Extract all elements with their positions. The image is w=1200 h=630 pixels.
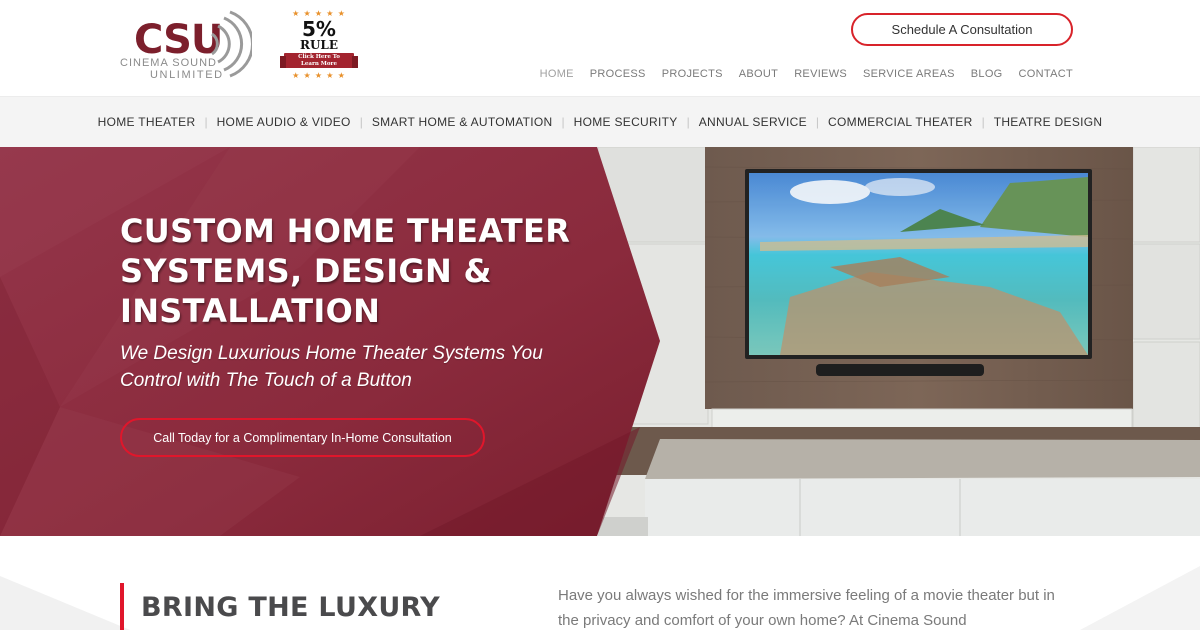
hero-subtitle: We Design Luxurious Home Theater Systems… bbox=[120, 343, 543, 391]
nav-projects[interactable]: PROJECTS bbox=[662, 68, 723, 80]
logo-tagline-2: UNLIMITED bbox=[150, 69, 224, 81]
nav-service-areas[interactable]: SERVICE AREAS bbox=[863, 68, 955, 80]
logo-tagline-1: CINEMA SOUND bbox=[120, 57, 217, 69]
badge-headline: 5% bbox=[302, 17, 336, 41]
five-percent-rule-badge[interactable]: ★ ★ ★ ★ ★ 5% RULE Click Here To Learn Mo… bbox=[280, 10, 358, 80]
nav-about[interactable]: ABOUT bbox=[739, 68, 778, 80]
hero-banner: CUSTOM HOME THEATER SYSTEMS, DESIGN & IN… bbox=[0, 147, 1200, 536]
service-theatre-design[interactable]: THEATRE DESIGN bbox=[994, 115, 1103, 129]
nav-divider: | bbox=[204, 115, 208, 129]
csu-logo[interactable]: CSU CINEMA SOUND UNLIMITED bbox=[108, 8, 253, 83]
main-nav: HOME PROCESS PROJECTS ABOUT REVIEWS SERV… bbox=[524, 68, 1073, 80]
wall-panel bbox=[1132, 341, 1200, 433]
services-nav: HOME THEATER | HOME AUDIO & VIDEO | SMAR… bbox=[0, 96, 1200, 147]
nav-divider: | bbox=[815, 115, 820, 129]
intro-paragraph: Have you always wished for the immersive… bbox=[558, 587, 1055, 629]
hero-title: CUSTOM HOME THEATER SYSTEMS, DESIGN & IN… bbox=[120, 212, 571, 330]
nav-divider: | bbox=[981, 115, 985, 129]
service-home-audio-video[interactable]: HOME AUDIO & VIDEO bbox=[217, 115, 351, 129]
nav-divider: | bbox=[686, 115, 690, 129]
floor bbox=[598, 517, 648, 536]
console-front bbox=[645, 479, 1200, 536]
nav-process[interactable]: PROCESS bbox=[590, 68, 646, 80]
ribbon-line-2: Learn More bbox=[301, 61, 337, 67]
badge-ribbon: Click Here To Learn More bbox=[280, 53, 358, 68]
call-consultation-button[interactable]: Call Today for a Complimentary In-Home C… bbox=[120, 418, 485, 457]
site-header: CSU CINEMA SOUND UNLIMITED ★ ★ ★ ★ ★ 5% … bbox=[0, 0, 1200, 96]
nav-divider: | bbox=[561, 115, 565, 129]
nav-contact[interactable]: CONTACT bbox=[1019, 68, 1073, 80]
badge-subhead: RULE bbox=[299, 38, 339, 52]
star-icons-bottom: ★ ★ ★ ★ ★ bbox=[292, 71, 346, 80]
heading-accent-bar bbox=[120, 583, 124, 630]
nav-reviews[interactable]: REVIEWS bbox=[794, 68, 847, 80]
schedule-consultation-button[interactable]: Schedule A Consultation bbox=[851, 13, 1073, 46]
service-smart-home[interactable]: SMART HOME & AUTOMATION bbox=[372, 115, 553, 129]
wall-panel bbox=[1132, 243, 1200, 340]
intro-section: BRING THE LUXURY Have you always wished … bbox=[0, 536, 1200, 630]
service-annual-service[interactable]: ANNUAL SERVICE bbox=[699, 115, 807, 129]
wall-panel bbox=[1132, 147, 1200, 243]
ribbon-line-1: Click Here To bbox=[298, 54, 340, 60]
service-home-theater[interactable]: HOME THEATER bbox=[98, 115, 196, 129]
service-home-security[interactable]: HOME SECURITY bbox=[574, 115, 678, 129]
nav-blog[interactable]: BLOG bbox=[971, 68, 1003, 80]
service-commercial-theater[interactable]: COMMERCIAL THEATER bbox=[828, 115, 973, 129]
console-top bbox=[645, 439, 1200, 479]
nav-divider: | bbox=[359, 115, 363, 129]
nav-home[interactable]: HOME bbox=[540, 68, 574, 80]
shelf bbox=[711, 408, 1133, 429]
soundbar bbox=[816, 364, 984, 376]
section-heading: BRING THE LUXURY bbox=[141, 592, 441, 623]
